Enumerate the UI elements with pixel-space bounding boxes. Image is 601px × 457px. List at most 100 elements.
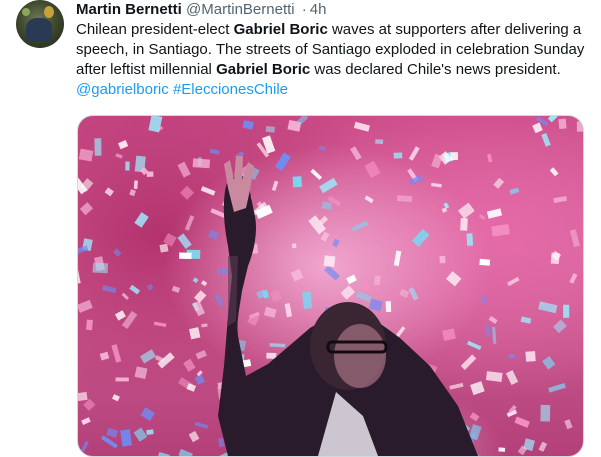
confetti-piece (217, 269, 228, 275)
confetti-piece (509, 188, 519, 195)
confetti-piece (350, 146, 362, 160)
confetti-piece (486, 371, 503, 382)
confetti-piece (443, 202, 449, 208)
confetti-piece (291, 269, 304, 282)
confetti-piece (201, 186, 216, 196)
confetti-piece (302, 292, 312, 309)
photo-illustration (78, 116, 583, 456)
confetti-piece (195, 422, 209, 429)
confetti-piece (102, 285, 116, 293)
confetti-piece (319, 178, 338, 193)
confetti-piece (264, 307, 277, 318)
timestamp[interactable]: 4h (310, 1, 327, 18)
confetti-piece (177, 162, 190, 178)
confetti-piece (78, 245, 88, 256)
confetti-piece (521, 316, 532, 323)
confetti-piece (78, 300, 93, 313)
confetti-piece (375, 139, 383, 144)
confetti-piece (180, 186, 194, 200)
confetti-piece (179, 253, 192, 260)
confetti-piece (154, 322, 167, 327)
confetti-piece (397, 195, 412, 202)
confetti-piece (115, 153, 122, 158)
confetti-piece (270, 290, 282, 302)
confetti-piece (111, 344, 121, 363)
confetti-piece (399, 289, 409, 298)
confetti-piece (189, 327, 200, 339)
tweet-header: Martin Bernetti @MartinBernetti ·4h (76, 0, 326, 20)
confetti-piece (442, 328, 456, 341)
confetti-piece (210, 149, 220, 155)
confetti-piece (369, 299, 383, 312)
confetti-piece (470, 412, 480, 421)
confetti-piece (491, 224, 510, 237)
person-face-light (334, 324, 386, 388)
confetti-piece (122, 293, 129, 300)
confetti-piece (285, 303, 292, 317)
author-name[interactable]: Martin Bernetti (76, 1, 182, 18)
confetti-piece (487, 208, 502, 218)
confetti-piece (193, 158, 210, 168)
confetti-piece (183, 359, 195, 372)
confetti-piece (492, 327, 496, 344)
confetti-piece (86, 320, 93, 331)
confetti-piece (310, 169, 322, 180)
confetti-piece (118, 140, 128, 149)
confetti-piece (94, 138, 101, 156)
confetti-piece (115, 310, 126, 320)
confetti-piece (172, 286, 180, 293)
confetti-piece (486, 325, 490, 337)
confetti-piece (113, 248, 122, 257)
confetti-piece (408, 287, 418, 300)
confetti-piece (194, 290, 206, 303)
confetti-piece (481, 296, 488, 303)
confetti-piece (506, 370, 518, 385)
confetti-piece (93, 263, 108, 274)
confetti-piece (479, 214, 486, 220)
confetti-piece (363, 279, 371, 291)
author-handle[interactable]: @MartinBernetti (186, 1, 295, 18)
confetti-piece (140, 349, 156, 363)
avatar[interactable] (16, 0, 64, 48)
confetti-piece (461, 354, 477, 370)
confetti-piece (177, 233, 191, 249)
confetti-piece (498, 447, 505, 451)
confetti-piece (129, 189, 136, 196)
confetti-piece (514, 417, 529, 428)
confetti-piece (129, 285, 140, 295)
confetti-piece (364, 161, 380, 178)
mention-link[interactable]: @gabrielboric (76, 81, 169, 98)
confetti-piece (80, 202, 93, 215)
confetti-piece (81, 441, 89, 452)
confetti-piece (293, 176, 303, 187)
hashtag-link[interactable]: #EleccionesChile (173, 81, 288, 98)
confetti-piece (538, 442, 547, 452)
confetti-piece (525, 351, 535, 362)
confetti-piece (412, 229, 430, 247)
confetti-piece (189, 431, 200, 442)
confetti-piece (548, 383, 566, 393)
tweet[interactable]: Martin Bernetti @MartinBernetti ·4h Chil… (0, 0, 601, 440)
confetti-piece (146, 429, 153, 434)
confetti-piece (195, 374, 205, 384)
confetti-piece (540, 405, 550, 422)
confetti-piece (553, 196, 567, 203)
confetti-piece (541, 133, 550, 147)
confetti-piece (467, 233, 474, 246)
confetti-piece (449, 383, 463, 390)
confetti-piece (185, 215, 194, 231)
confetti-piece (364, 195, 373, 203)
avatar-detail (44, 6, 54, 18)
confetti-piece (409, 146, 420, 161)
confetti-piece (577, 121, 583, 131)
confetti-piece (214, 294, 223, 307)
confetti-piece (81, 417, 90, 425)
separator: · (299, 1, 310, 18)
text-part: Chilean president-elect (76, 21, 234, 38)
confetti-piece (178, 449, 193, 456)
confetti-piece (340, 285, 355, 299)
tweet-photo[interactable] (77, 115, 584, 457)
confetti-piece (116, 378, 129, 382)
confetti-piece (431, 154, 443, 169)
confetti-piece (558, 119, 566, 129)
